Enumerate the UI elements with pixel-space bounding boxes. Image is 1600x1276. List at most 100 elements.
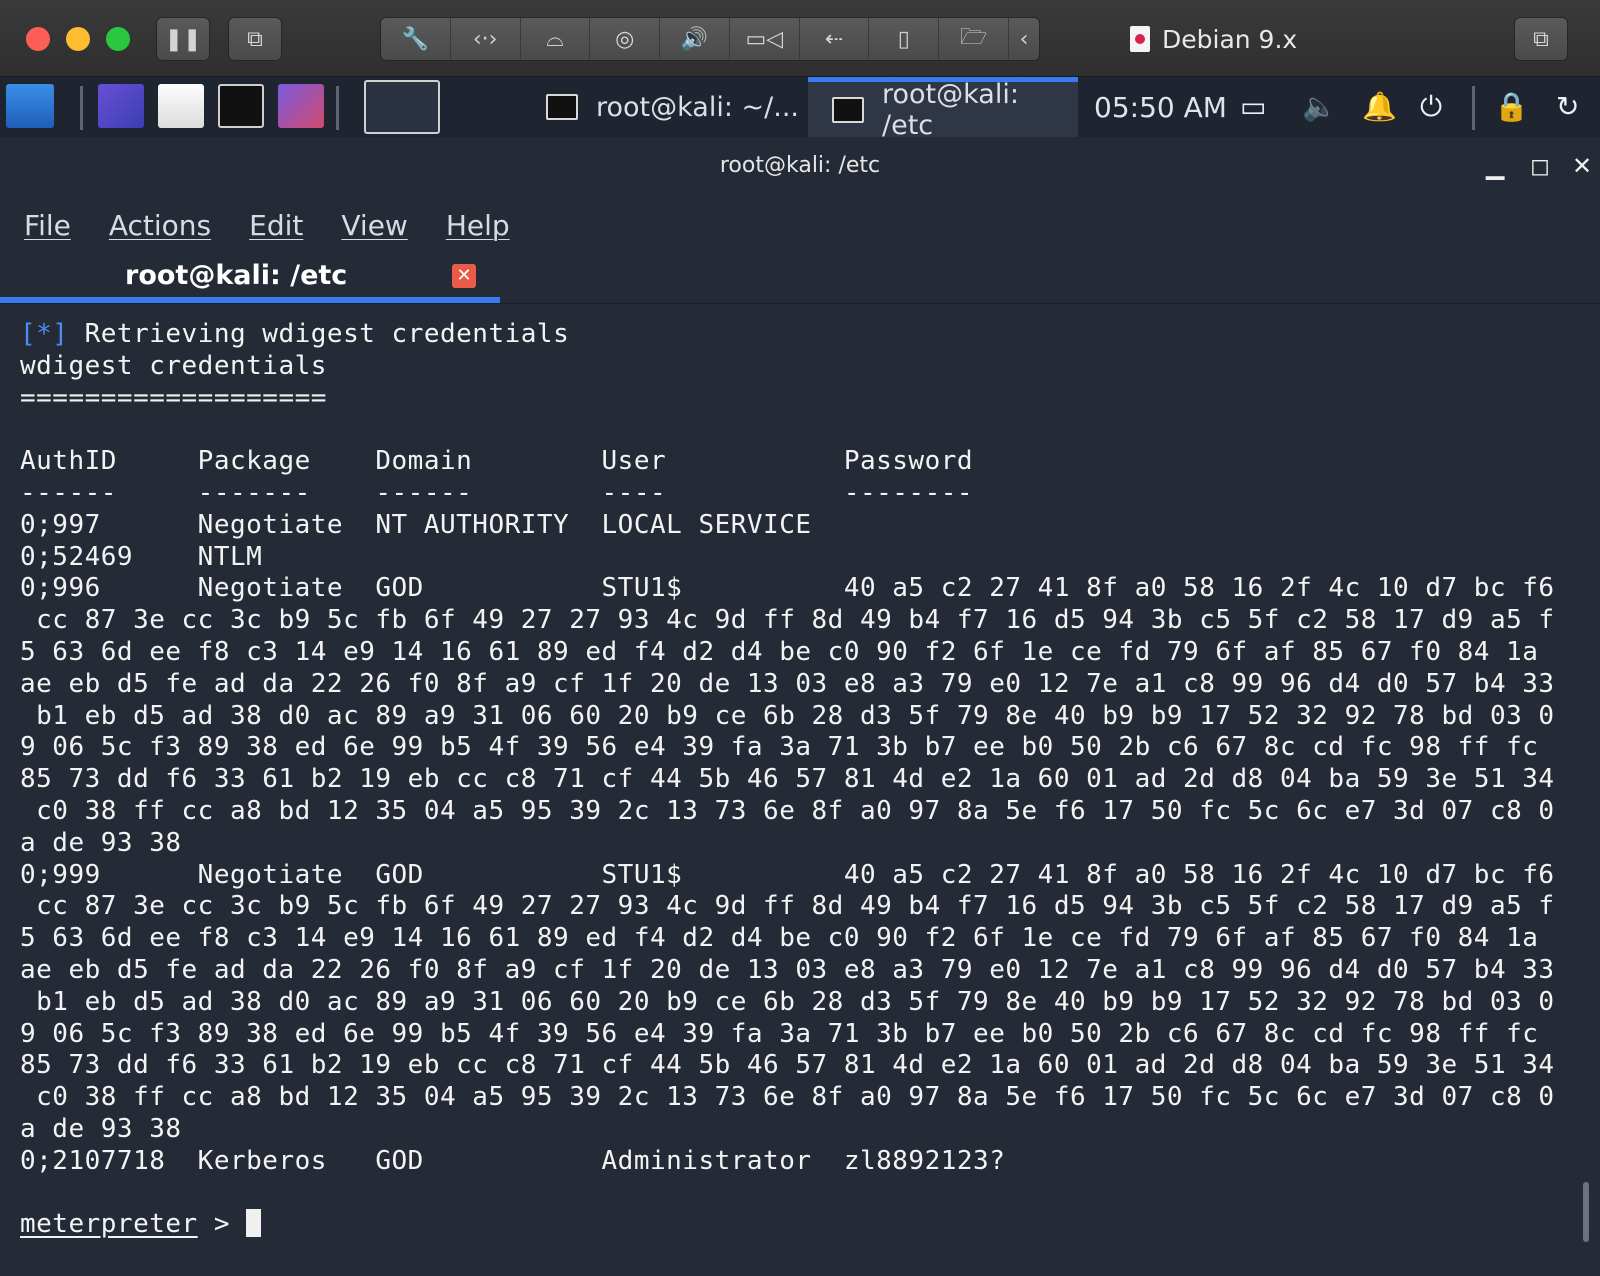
terminal-line-text: cc 87 3e cc 3c b9 5c fb 6f 49 27 27 93 4… — [20, 891, 1555, 922]
clock[interactable]: 05:50 AM — [1094, 77, 1227, 137]
file-manager-icon[interactable] — [158, 84, 204, 128]
menu-file[interactable]: File — [24, 209, 71, 242]
info-marker: [*] — [20, 319, 69, 349]
terminal-line: =================== — [20, 383, 1580, 415]
taskbar-task-1[interactable]: root@kali: ~/... — [522, 77, 807, 137]
terminal-line-text: 0;997 Negotiate NT AUTHORITY LOCAL SERVI… — [20, 509, 812, 540]
sound-icon: 🔊 — [680, 26, 709, 52]
taskbar-task-2[interactable]: root@kali: /etc — [808, 77, 1078, 141]
terminal-line-text: 0;999 Negotiate GOD STU1$ 40 a5 c2 27 41… — [20, 859, 1555, 890]
terminal-line-text: wdigest credentials — [20, 350, 327, 381]
terminal-line: c0 38 ff cc a8 bd 12 35 04 a5 95 39 2c 1… — [20, 1082, 1580, 1114]
video-icon: ▭◁ — [745, 26, 784, 52]
terminal-line: 0;2107718 Kerberos GOD Administrator zl8… — [20, 1146, 1580, 1178]
terminal-line: [*] Retrieving wdigest credentials — [20, 319, 1580, 351]
snapshot-button[interactable]: ⧉ — [228, 17, 282, 61]
mouse-button[interactable]: ▯ — [869, 18, 940, 60]
collapse-toolbar-button[interactable]: ‹ — [1009, 18, 1039, 60]
menu-bar: File Actions Edit View Help — [0, 195, 1600, 255]
menu-edit[interactable]: Edit — [249, 209, 303, 242]
vm-title-text: Debian 9.x — [1162, 24, 1298, 54]
bell-icon[interactable]: 🔔 — [1362, 92, 1397, 122]
mouse-icon: ▯ — [897, 26, 910, 52]
terminal-line-text: AuthID Package Domain User Password — [20, 446, 974, 477]
minimize-icon[interactable]: ▁ — [1486, 151, 1504, 181]
terminal-line: 85 73 dd f6 33 61 b2 19 eb cc c8 71 cf 4… — [20, 1050, 1580, 1082]
prompt-line[interactable]: meterpreter > — [20, 1209, 1580, 1241]
power-icon[interactable]: ⏻ — [1420, 92, 1442, 122]
volume-icon[interactable]: 🔈 — [1302, 92, 1337, 122]
usb-button[interactable]: ⇠ — [800, 18, 870, 60]
close-window-button[interactable] — [26, 27, 50, 51]
shared-folder-button[interactable]: 🗁 — [939, 18, 1010, 60]
terminal-line: 9 06 5c f3 89 38 ed 6e 99 b5 4f 39 56 e4… — [20, 1019, 1580, 1051]
terminal-line-text: b1 eb d5 ad 38 d0 ac 89 a9 31 06 60 20 b… — [20, 986, 1555, 1017]
pause-button[interactable]: ❚❚ — [156, 17, 210, 61]
screen-recorder-icon[interactable] — [278, 84, 324, 128]
shared-folder-icon: 🗁 — [960, 25, 988, 50]
terminal-line-text: ae eb d5 fe ad da 22 26 f0 8f a9 cf 1f 2… — [20, 668, 1555, 699]
vm-window: ❚❚ ⧉ 🔧 ‹·› ⌓ ◎ 🔊 ▭◁ ⇠ ▯ 🗁 ‹ Debian 9.x ⧉ — [0, 0, 1600, 1276]
window-title: root@kali: /etc — [719, 153, 881, 178]
tab-root-etc[interactable]: root@kali: /etc ✕ — [0, 255, 500, 303]
logout-icon[interactable]: ↻ — [1556, 92, 1579, 122]
menu-help[interactable]: Help — [446, 209, 510, 242]
vm-titlebar: ❚❚ ⧉ 🔧 ‹·› ⌓ ◎ 🔊 ▭◁ ⇠ ▯ 🗁 ‹ Debian 9.x ⧉ — [0, 0, 1600, 77]
prompt-suffix: > — [197, 1209, 247, 1240]
terminal-line-text: 0;52469 NTLM — [20, 541, 263, 572]
terminal-line: wdigest credentials — [20, 351, 1580, 383]
close-tab-icon[interactable]: ✕ — [452, 264, 476, 288]
pause-icon: ❚❚ — [164, 26, 202, 52]
restore-button[interactable]: ⧉ — [1514, 17, 1568, 61]
terminal-line: a de 93 38 — [20, 828, 1580, 860]
menu-view[interactable]: View — [341, 209, 407, 242]
sound-button[interactable]: 🔊 — [660, 18, 730, 60]
wrench-icon: 🔧 — [401, 26, 430, 52]
workspace-icon[interactable] — [98, 84, 144, 128]
terminal-window: root@kali: /etc ▁ ◻ ✕ File Actions Edit … — [0, 137, 1600, 1276]
terminal-line-text: 5 63 6d ee f8 c3 14 e9 14 16 61 89 ed f4… — [20, 636, 1539, 667]
display-icon[interactable]: ▭ — [1240, 92, 1266, 122]
lock-icon[interactable]: 🔒 — [1494, 92, 1529, 122]
maximize-icon[interactable]: ◻ — [1530, 151, 1550, 181]
tab-label: root@kali: /etc — [125, 260, 348, 291]
terminal-icon — [546, 94, 578, 120]
harddisk-icon: ⌓ — [546, 26, 564, 52]
terminal-line: 9 06 5c f3 89 38 ed 6e 99 b5 4f 39 56 e4… — [20, 732, 1580, 764]
terminal-line-text: a de 93 38 — [20, 1113, 182, 1144]
kali-menu-icon[interactable] — [6, 84, 54, 128]
taskbar-task-label: root@kali: /etc — [882, 78, 1019, 141]
terminal-line: cc 87 3e cc 3c b9 5c fb 6f 49 27 27 93 4… — [20, 605, 1580, 637]
snapshot-icon: ⧉ — [247, 26, 263, 52]
close-icon[interactable]: ✕ — [1572, 151, 1592, 181]
terminal-line-text: c0 38 ff cc a8 bd 12 35 04 a5 95 39 2c 1… — [20, 795, 1555, 826]
terminal-line-text: ae eb d5 fe ad da 22 26 f0 8f a9 cf 1f 2… — [20, 954, 1555, 985]
terminal-line: cc 87 3e cc 3c b9 5c fb 6f 49 27 27 93 4… — [20, 891, 1580, 923]
terminal-line: ae eb d5 fe ad da 22 26 f0 8f a9 cf 1f 2… — [20, 669, 1580, 701]
settings-button[interactable]: 🔧 — [381, 18, 451, 60]
show-desktop-button[interactable] — [364, 80, 440, 134]
camera-icon: ◎ — [615, 26, 635, 52]
chevron-left-icon: ‹ — [1019, 26, 1029, 52]
harddisk-button[interactable]: ⌓ — [521, 18, 591, 60]
scrollbar[interactable] — [1583, 1182, 1589, 1242]
taskbar-separator — [1472, 86, 1475, 130]
terminal-line-text: =================== — [20, 382, 327, 413]
terminal-line: c0 38 ff cc a8 bd 12 35 04 a5 95 39 2c 1… — [20, 796, 1580, 828]
terminal-output[interactable]: [*] Retrieving wdigest credentials wdiges… — [20, 319, 1580, 1269]
menu-actions[interactable]: Actions — [109, 209, 211, 242]
terminal-line: AuthID Package Domain User Password — [20, 446, 1580, 478]
taskbar-separator — [80, 86, 83, 130]
terminal-line: 0;999 Negotiate GOD STU1$ 40 a5 c2 27 41… — [20, 860, 1580, 892]
video-button[interactable]: ▭◁ — [730, 18, 800, 60]
tab-bar: root@kali: /etc ✕ — [0, 255, 1600, 304]
camera-button[interactable]: ◎ — [590, 18, 661, 60]
minimize-window-button[interactable] — [66, 27, 90, 51]
terminal-line: 5 63 6d ee f8 c3 14 e9 14 16 61 89 ed f4… — [20, 923, 1580, 955]
zoom-window-button[interactable] — [106, 27, 130, 51]
terminal-line-text: c0 38 ff cc a8 bd 12 35 04 a5 95 39 2c 1… — [20, 1082, 1555, 1113]
network-button[interactable]: ‹·› — [451, 18, 521, 60]
terminal-launcher-icon[interactable] — [218, 84, 264, 128]
terminal-line: 0;52469 NTLM — [20, 542, 1580, 574]
